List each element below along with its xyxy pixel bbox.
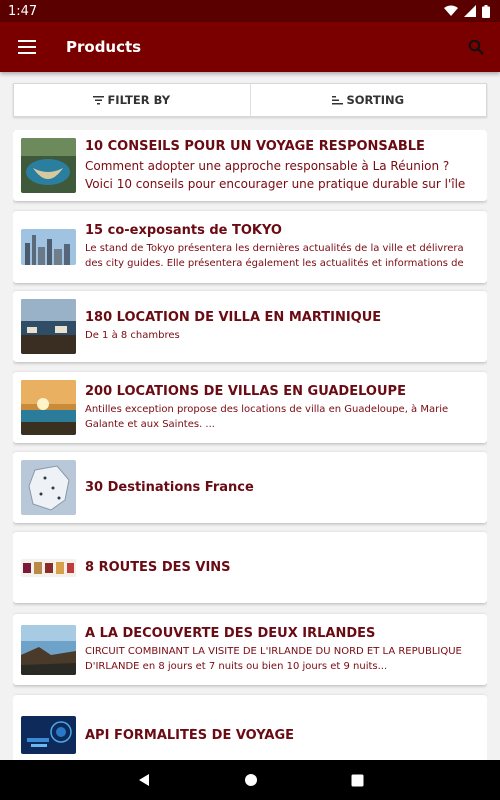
product-title: 200 LOCATIONS DE VILLAS EN GUADELOUPE bbox=[85, 383, 406, 399]
product-title: 30 Destinations France bbox=[85, 480, 254, 495]
product-card[interactable]: 180 LOCATION DE VILLA EN MARTINIQUE De 1… bbox=[13, 291, 487, 362]
filter-icon bbox=[93, 95, 105, 104]
product-card[interactable]: 15 co-exposants de TOKYO Le stand de Tok… bbox=[13, 211, 487, 283]
product-card[interactable]: API FORMALITÉS DE VOYAGE bbox=[13, 695, 487, 760]
page-title: Products bbox=[66, 38, 142, 56]
system-navigation-bar bbox=[0, 760, 500, 800]
product-description: Le stand de Tokyo présentera les dernièr… bbox=[85, 243, 464, 269]
product-title: 8 ROUTES DES VINS bbox=[85, 560, 231, 575]
recents-icon[interactable] bbox=[351, 774, 364, 787]
back-icon[interactable] bbox=[137, 773, 151, 787]
product-title: 15 co-exposants de TOKYO bbox=[85, 223, 282, 238]
product-title: A LA DECOUVERTE DES DEUX IRLANDES bbox=[85, 625, 376, 641]
product-thumbnail bbox=[21, 716, 76, 754]
product-description: CIRCUIT COMBINANT LA VISITE DE L'IRLANDE… bbox=[85, 645, 462, 672]
product-title: 10 CONSEILS POUR UN VOYAGE RESPONSABLE bbox=[85, 138, 425, 154]
search-icon[interactable] bbox=[468, 39, 484, 55]
product-thumbnail bbox=[21, 460, 76, 515]
product-description: De 1 à 8 chambres bbox=[85, 330, 180, 341]
sorting-button[interactable]: SORTING bbox=[249, 84, 487, 116]
product-card[interactable]: 30 Destinations France bbox=[13, 452, 487, 523]
product-thumbnail bbox=[21, 380, 76, 435]
product-thumbnail bbox=[21, 299, 76, 354]
signal-icon bbox=[464, 5, 476, 17]
wifi-icon bbox=[444, 5, 458, 16]
product-thumbnail bbox=[21, 624, 76, 675]
home-icon[interactable] bbox=[244, 773, 258, 787]
menu-icon[interactable] bbox=[18, 40, 36, 54]
app-bar: Products bbox=[0, 22, 500, 72]
status-bar: 1:47 bbox=[0, 0, 500, 22]
filter-by-button[interactable]: FILTER BY bbox=[14, 84, 250, 116]
product-description: Comment adopter une approche responsable… bbox=[85, 158, 466, 191]
product-description: Antilles exception propose des locations… bbox=[85, 403, 449, 430]
product-thumbnail bbox=[21, 558, 76, 577]
filter-sort-bar: FILTER BY SORTING bbox=[13, 83, 487, 117]
sorting-label: SORTING bbox=[346, 93, 405, 107]
product-card[interactable]: 8 ROUTES DES VINS bbox=[13, 532, 487, 603]
product-card[interactable]: A LA DECOUVERTE DES DEUX IRLANDES CIRCUI… bbox=[13, 614, 487, 685]
filter-by-label: FILTER BY bbox=[107, 93, 171, 107]
product-list: 10 CONSEILS POUR UN VOYAGE RESPONSABLE C… bbox=[13, 130, 487, 760]
product-title: API FORMALITÉS DE VOYAGE bbox=[85, 727, 295, 743]
status-time: 1:47 bbox=[8, 3, 38, 19]
product-thumbnail bbox=[21, 229, 76, 265]
product-card[interactable]: 200 LOCATIONS DE VILLAS EN GUADELOUPE An… bbox=[13, 372, 487, 443]
battery-icon bbox=[482, 4, 490, 18]
product-card[interactable]: 10 CONSEILS POUR UN VOYAGE RESPONSABLE C… bbox=[13, 130, 487, 201]
status-icons bbox=[444, 4, 490, 18]
sort-icon bbox=[332, 95, 344, 104]
product-title: 180 LOCATION DE VILLA EN MARTINIQUE bbox=[85, 310, 382, 325]
product-thumbnail bbox=[21, 138, 76, 193]
